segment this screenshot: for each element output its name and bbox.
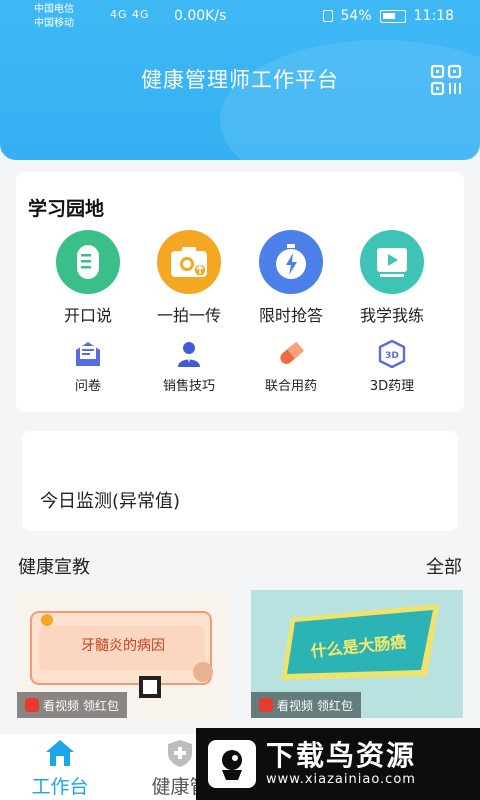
status-right: 54% 11:18	[322, 8, 454, 24]
study-title: 学习园地	[28, 198, 105, 220]
item-label-sales[interactable]: 销售技巧	[139, 375, 239, 394]
qr-code-icon[interactable]	[430, 64, 462, 96]
health-shield-icon	[168, 740, 192, 767]
home-icon	[46, 740, 74, 766]
3d-icon[interactable]: 3D	[376, 338, 408, 370]
network-indicator: 4G 4G	[110, 8, 150, 21]
clock: 11:18	[413, 8, 454, 24]
watermark-url: www.xiazainiao.com	[266, 772, 416, 787]
carrier-2: 中国移动	[34, 18, 74, 29]
status-bar: 中国电信 中国移动 4G 4G 0.00K/s 54% 11:18	[0, 0, 480, 36]
svg-text:3D: 3D	[385, 351, 399, 361]
item-label-practice[interactable]: 我学我练	[342, 302, 442, 326]
red-envelope-icon	[25, 698, 39, 712]
header-decoration	[220, 40, 480, 160]
study-section: 学习园地 开口说 一拍一传 限时抢答 我学我练 问卷 销售技巧 联合用药 3D …	[16, 172, 464, 412]
carrier-1: 中国电信	[34, 4, 74, 15]
item-label-3d[interactable]: 3D药理	[342, 375, 442, 394]
view-all-link[interactable]: 全部	[426, 553, 462, 579]
survey-icon[interactable]	[72, 338, 104, 370]
vibrate-icon	[322, 10, 333, 22]
card-1-title: 牙髓炎的病因	[81, 638, 165, 654]
education-card-1[interactable]: 牙髓炎的病因 看视频 领红包	[17, 590, 229, 718]
education-card-2[interactable]: 什么是大肠癌 看视频 领红包	[251, 590, 463, 718]
sales-icon[interactable]	[173, 338, 205, 370]
card-1-badge: 看视频 领红包	[17, 692, 127, 718]
watermark-logo-icon	[208, 740, 256, 788]
nav-workbench[interactable]: 工作台	[0, 734, 120, 800]
battery-icon	[379, 9, 406, 23]
timer-icon[interactable]	[259, 230, 323, 294]
app-header: 中国电信 中国移动 4G 4G 0.00K/s 54% 11:18 健康管理师工…	[0, 0, 480, 160]
item-label-camera[interactable]: 一拍一传	[139, 302, 239, 326]
watermark-banner: 下载鸟资源 www.xiazainiao.com	[196, 728, 480, 800]
education-title: 健康宣教	[18, 557, 90, 578]
nav-label-workbench: 工作台	[31, 776, 89, 798]
camera-upload-icon[interactable]	[157, 230, 221, 294]
carrier-info: 中国电信 中国移动	[34, 3, 74, 31]
page-title: 健康管理师工作平台	[141, 68, 339, 92]
pill-icon[interactable]	[275, 338, 307, 370]
item-label-timer[interactable]: 限时抢答	[241, 302, 341, 326]
video-play-icon[interactable]	[360, 230, 424, 294]
red-envelope-icon	[259, 698, 273, 712]
daily-monitor-card[interactable]: 今日监测(异常值)	[22, 431, 458, 531]
network-speed: 0.00K/s	[174, 8, 227, 24]
card-1-badge-text: 看视频 领红包	[43, 698, 119, 713]
monitor-label: 今日监测(异常值)	[40, 491, 181, 512]
watermark-title: 下载鸟资源	[266, 739, 417, 772]
item-label-speak[interactable]: 开口说	[38, 302, 138, 326]
card-2-badge-text: 看视频 领红包	[277, 698, 353, 713]
battery-percent: 54%	[340, 8, 372, 24]
speak-icon[interactable]	[56, 230, 120, 294]
item-label-pill[interactable]: 联合用药	[241, 375, 341, 394]
card-2-badge: 看视频 领红包	[251, 692, 361, 718]
item-label-survey[interactable]: 问卷	[38, 375, 138, 394]
